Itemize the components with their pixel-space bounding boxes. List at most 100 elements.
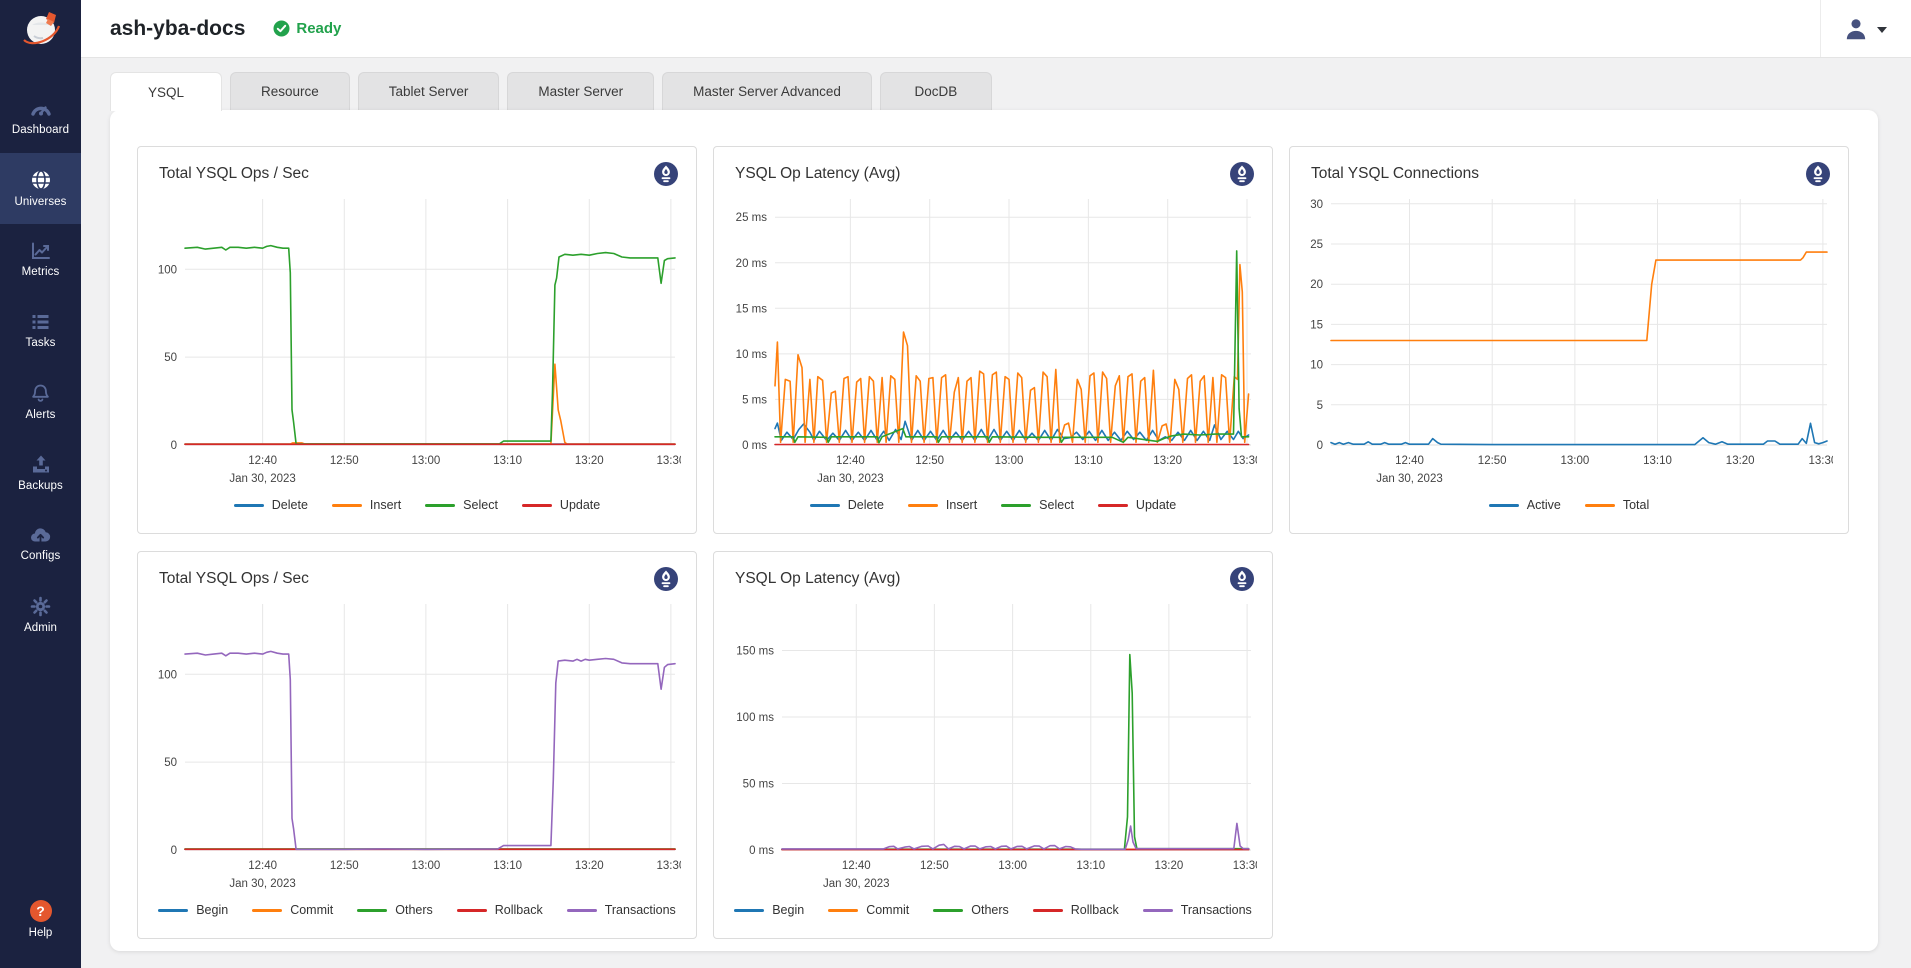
legend-item[interactable]: Select	[1001, 498, 1074, 512]
legend-item[interactable]: Commit	[828, 903, 909, 917]
legend-item[interactable]: Rollback	[457, 903, 543, 917]
check-circle-icon	[273, 20, 290, 37]
legend-item[interactable]: Delete	[810, 498, 884, 512]
legend-swatch	[1098, 504, 1128, 507]
task-list-icon	[30, 312, 51, 332]
sidebar-item-admin[interactable]: Admin	[0, 579, 81, 650]
prometheus-icon[interactable]	[1229, 161, 1255, 187]
universe-header: ash-yba-docs Ready	[81, 0, 1911, 58]
legend-item[interactable]: Insert	[908, 498, 977, 512]
svg-text:50: 50	[164, 757, 177, 769]
backup-upload-icon	[30, 454, 52, 475]
legend-label: Others	[971, 903, 1009, 917]
tab-tablet-server[interactable]: Tablet Server	[358, 72, 500, 110]
legend-item[interactable]: Rollback	[1033, 903, 1119, 917]
svg-text:13:30: 13:30	[657, 860, 681, 872]
legend-item[interactable]: Update	[1098, 498, 1176, 512]
globe-icon	[30, 169, 52, 191]
tab-master-server[interactable]: Master Server	[507, 72, 654, 110]
sidebar-item-backups[interactable]: Backups	[0, 437, 81, 508]
svg-text:100: 100	[158, 264, 177, 276]
svg-text:25: 25	[1310, 239, 1323, 251]
legend-item[interactable]: Delete	[234, 498, 308, 512]
yugabyte-logo[interactable]	[0, 0, 81, 58]
svg-text:5 ms: 5 ms	[742, 394, 767, 406]
legend-label: Transactions	[605, 903, 676, 917]
legend-swatch	[1033, 909, 1063, 912]
sidebar-item-configs[interactable]: Configs	[0, 508, 81, 579]
svg-text:13:20: 13:20	[575, 860, 604, 872]
svg-text:150 ms: 150 ms	[736, 646, 774, 658]
legend-swatch	[828, 909, 858, 912]
legend-item[interactable]: Insert	[332, 498, 401, 512]
legend-label: Select	[463, 498, 498, 512]
legend-item[interactable]: Others	[357, 903, 433, 917]
legend-label: Rollback	[1071, 903, 1119, 917]
svg-text:Jan 30, 2023: Jan 30, 2023	[817, 473, 884, 485]
legend-label: Commit	[290, 903, 333, 917]
sidebar-item-alerts[interactable]: Alerts	[0, 366, 81, 437]
line-chart: 12:4012:5013:0013:1013:2013:30050100Jan …	[153, 596, 681, 896]
prometheus-icon[interactable]	[653, 161, 679, 187]
svg-text:13:10: 13:10	[493, 860, 522, 872]
prometheus-icon[interactable]	[653, 566, 679, 592]
chart-card-total-ysql-ops: Total YSQL Ops / Sec 12:4012:5013:0013:1…	[137, 146, 697, 534]
sidebar-item-label: Alerts	[26, 409, 56, 421]
legend-label: Active	[1527, 498, 1561, 512]
prometheus-icon[interactable]	[1229, 566, 1255, 592]
svg-text:13:20: 13:20	[1155, 860, 1184, 872]
legend-swatch	[1585, 504, 1615, 507]
svg-text:25 ms: 25 ms	[736, 212, 768, 224]
svg-text:13:00: 13:00	[998, 860, 1027, 872]
legend-swatch	[933, 909, 963, 912]
legend-swatch	[457, 909, 487, 912]
svg-text:30: 30	[1310, 199, 1323, 211]
chart-title: YSQL Op Latency (Avg)	[735, 566, 900, 588]
chart-title: YSQL Op Latency (Avg)	[735, 161, 900, 183]
legend-item[interactable]: Begin	[734, 903, 804, 917]
legend-label: Update	[560, 498, 600, 512]
legend-item[interactable]: Others	[933, 903, 1009, 917]
chart-legend: Active Total	[1305, 491, 1833, 519]
legend-item[interactable]: Commit	[252, 903, 333, 917]
legend-item[interactable]: Select	[425, 498, 498, 512]
svg-text:100: 100	[158, 669, 177, 681]
tab-docdb[interactable]: DocDB	[880, 72, 992, 110]
svg-text:20: 20	[1310, 279, 1323, 291]
sidebar-item-tasks[interactable]: Tasks	[0, 295, 81, 366]
legend-swatch	[1001, 504, 1031, 507]
legend-label: Transactions	[1181, 903, 1252, 917]
legend-label: Insert	[370, 498, 401, 512]
line-chart: 12:4012:5013:0013:1013:2013:300 ms5 ms10…	[729, 191, 1257, 491]
svg-text:10: 10	[1310, 360, 1323, 372]
prometheus-icon[interactable]	[1805, 161, 1831, 187]
svg-text:12:50: 12:50	[1478, 455, 1507, 467]
tab-ysql[interactable]: YSQL	[110, 72, 222, 111]
sidebar-spacer	[0, 650, 81, 876]
legend-item[interactable]: Transactions	[567, 903, 676, 917]
sidebar-item-help[interactable]: ? Help	[0, 876, 81, 962]
legend-item[interactable]: Total	[1585, 498, 1649, 512]
sidebar-item-metrics[interactable]: Metrics	[0, 224, 81, 295]
legend-label: Update	[1136, 498, 1176, 512]
chart-title: Total YSQL Connections	[1311, 161, 1479, 183]
tab-resource[interactable]: Resource	[230, 72, 350, 110]
metrics-chart-icon	[30, 241, 51, 261]
legend-item[interactable]: Active	[1489, 498, 1561, 512]
legend-label: Total	[1623, 498, 1649, 512]
svg-text:12:50: 12:50	[920, 860, 949, 872]
svg-text:0: 0	[171, 845, 177, 857]
sidebar-item-dashboard[interactable]: Dashboard	[0, 82, 81, 153]
user-avatar-icon	[1843, 16, 1869, 42]
svg-text:Jan 30, 2023: Jan 30, 2023	[229, 473, 296, 485]
legend-item[interactable]: Transactions	[1143, 903, 1252, 917]
legend-item[interactable]: Begin	[158, 903, 228, 917]
sidebar-item-universes[interactable]: Universes	[0, 153, 81, 224]
svg-text:12:40: 12:40	[248, 455, 277, 467]
tab-master-server-advanced[interactable]: Master Server Advanced	[662, 72, 872, 110]
line-chart: 12:4012:5013:0013:1013:2013:30050100Jan …	[153, 191, 681, 491]
user-menu[interactable]	[1820, 0, 1911, 57]
svg-text:13:10: 13:10	[1076, 860, 1105, 872]
svg-text:13:00: 13:00	[995, 455, 1024, 467]
legend-item[interactable]: Update	[522, 498, 600, 512]
